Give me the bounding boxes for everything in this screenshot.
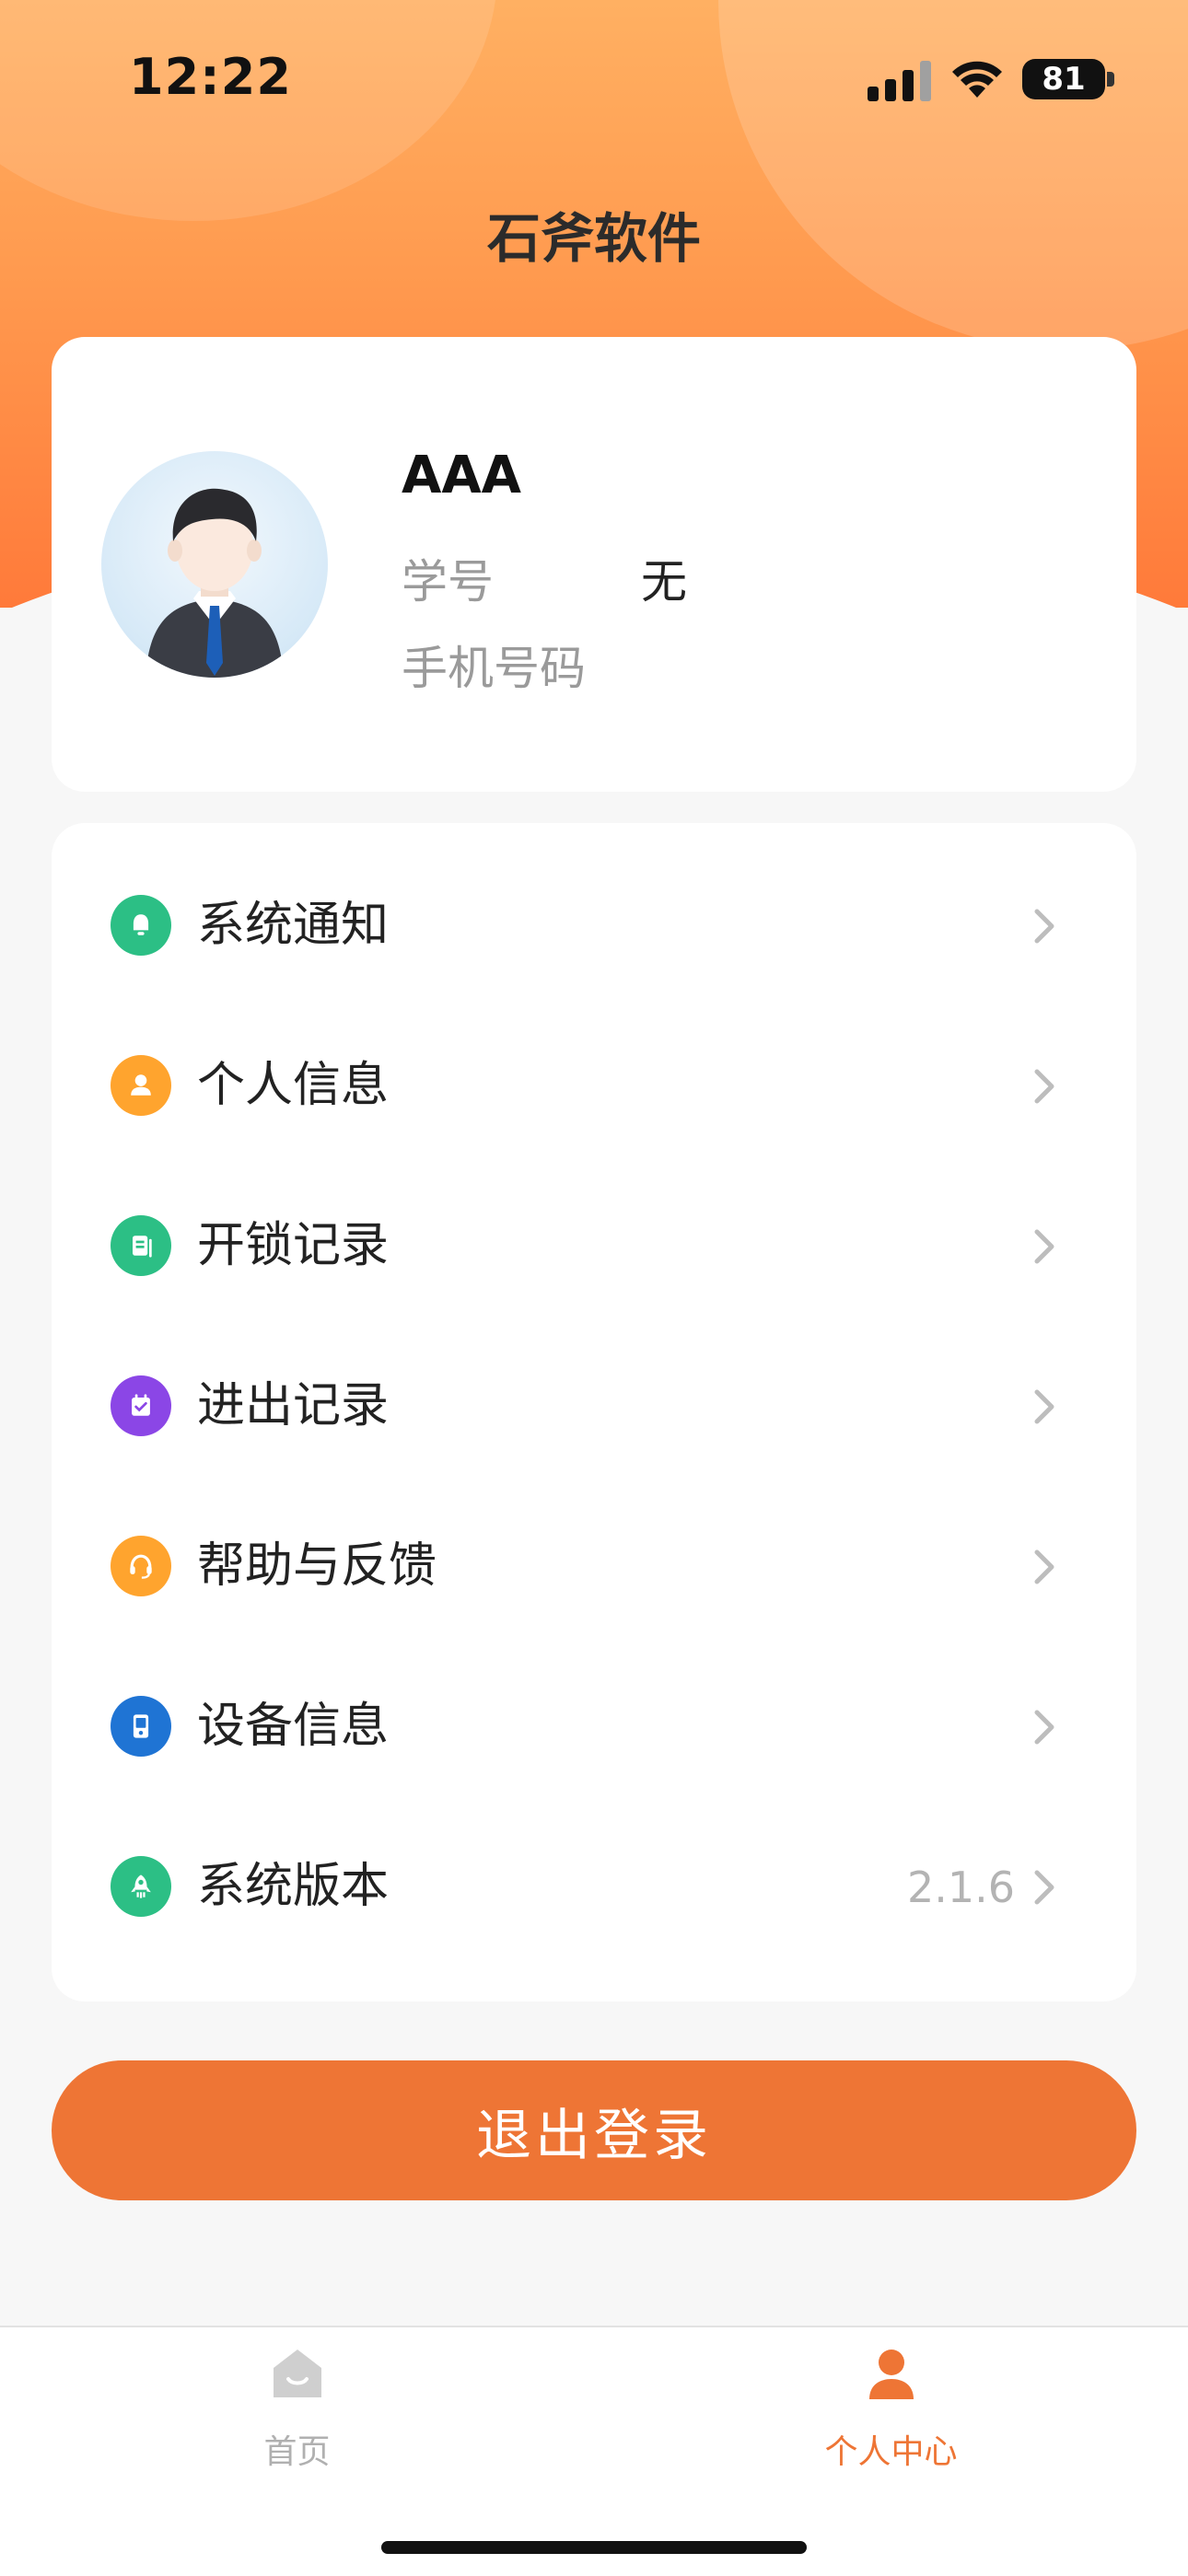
person-icon	[111, 1055, 171, 1116]
home-indicator	[381, 2541, 807, 2554]
menu-item-notifications[interactable]: 系统通知	[52, 845, 1136, 1005]
tab-label: 个人中心	[824, 2433, 958, 2471]
tab-home[interactable]: 首页	[0, 2327, 594, 2512]
menu-item-personal-info[interactable]: 个人信息	[52, 1005, 1136, 1166]
user-icon	[868, 2350, 914, 2399]
phone-label: 手机号码	[402, 642, 586, 695]
chevron-right-icon	[1034, 1710, 1054, 1745]
calendar-check-icon	[111, 1375, 171, 1436]
avatar[interactable]	[101, 451, 328, 678]
document-icon	[111, 1215, 171, 1276]
tab-bar: 首页 个人中心	[0, 2326, 1188, 2576]
menu-item-label: 系统版本	[197, 1859, 390, 1914]
tab-label: 首页	[263, 2433, 331, 2471]
menu-item-label: 进出记录	[197, 1378, 390, 1433]
chevron-right-icon	[1034, 1870, 1054, 1905]
profile-card: AAA 学号 无 手机号码	[52, 337, 1136, 792]
logout-button[interactable]: 退出登录	[52, 2060, 1136, 2200]
menu-item-label: 设备信息	[197, 1699, 390, 1754]
student-id-value: 无	[641, 555, 687, 609]
menu-item-label: 帮助与反馈	[197, 1538, 437, 1594]
menu-item-help-feedback[interactable]: 帮助与反馈	[52, 1486, 1136, 1646]
cellular-signal-icon	[868, 61, 931, 101]
chevron-right-icon	[1034, 1069, 1054, 1104]
chevron-right-icon	[1034, 1549, 1054, 1584]
battery-indicator: 81	[1022, 59, 1105, 99]
battery-level: 81	[1042, 61, 1086, 98]
status-bar: 12:22 81	[0, 0, 1188, 157]
version-number: 2.1.6	[906, 1862, 1015, 1912]
menu-list: 系统通知 个人信息 开锁记录 进出记录 帮助与反馈 设备信息 系统版本 2.1.…	[52, 823, 1136, 2002]
battery-cap	[1107, 72, 1114, 87]
device-icon	[111, 1696, 171, 1757]
tab-profile[interactable]: 个人中心	[594, 2327, 1188, 2512]
user-name: AAA	[402, 446, 522, 505]
bell-icon	[111, 895, 171, 956]
menu-item-label: 开锁记录	[197, 1218, 390, 1273]
menu-item-system-version[interactable]: 系统版本 2.1.6	[52, 1806, 1136, 1967]
wifi-icon	[952, 61, 1002, 98]
student-id-label: 学号	[402, 555, 494, 609]
user-avatar-illustration	[146, 488, 284, 678]
menu-item-device-info[interactable]: 设备信息	[52, 1646, 1136, 1806]
page-title: 石斧软件	[486, 207, 701, 270]
menu-item-access-records[interactable]: 进出记录	[52, 1326, 1136, 1486]
home-icon	[273, 2350, 321, 2397]
status-time: 12:22	[129, 48, 292, 106]
headset-icon	[111, 1536, 171, 1596]
menu-item-label: 个人信息	[197, 1058, 390, 1113]
menu-item-label: 系统通知	[197, 898, 390, 953]
chevron-right-icon	[1034, 1229, 1054, 1264]
chevron-right-icon	[1034, 1389, 1054, 1424]
menu-item-unlock-records[interactable]: 开锁记录	[52, 1166, 1136, 1326]
chevron-right-icon	[1034, 909, 1054, 944]
rocket-icon	[111, 1856, 171, 1917]
